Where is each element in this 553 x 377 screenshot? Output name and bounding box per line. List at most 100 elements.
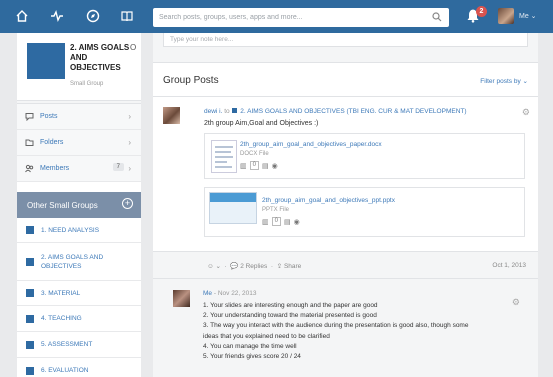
comment-date: Nov 22, 2013 xyxy=(217,290,257,297)
page-title: Group Posts xyxy=(163,75,219,86)
group-title: 2. AIMS GOALS AND OBJECTIVES xyxy=(70,43,130,72)
sidebar-item-members[interactable]: Members 7 › xyxy=(17,156,141,182)
comment-author-avatar[interactable] xyxy=(173,290,190,307)
group-link[interactable]: 6. EVALUATION xyxy=(41,366,88,375)
post-actions: ☺ ⌄ · 💬 2 Replies · ⇪ Share xyxy=(207,263,302,270)
pptx-thumbnail[interactable] xyxy=(209,192,257,224)
file-name-link[interactable]: 2th_group_aim_goal_and_objectives_paper.… xyxy=(240,141,382,148)
group-link[interactable]: 4. TEACHING xyxy=(41,314,82,323)
sidebar-item-label: Folders xyxy=(40,139,64,146)
list-item[interactable]: 4. TEACHING xyxy=(17,306,141,332)
share-link[interactable]: ⇪ Share xyxy=(277,263,302,270)
user-menu[interactable]: Me ⌄ xyxy=(519,12,537,20)
notes-icon[interactable]: ▤ xyxy=(262,162,269,170)
sidebar-item-posts[interactable]: Posts › xyxy=(17,104,141,130)
replies-link[interactable]: 💬 2 Replies xyxy=(230,263,267,270)
eye-icon[interactable]: ◉ xyxy=(294,218,300,226)
like-icon[interactable]: ☺ ⌄ xyxy=(207,263,221,270)
share-label: Share xyxy=(283,263,302,270)
group-color-square xyxy=(26,226,34,234)
comment-line: 1. Your slides are interesting enough an… xyxy=(203,302,378,309)
group-card: 2. AIMS GOALS AND OBJECTIVES O Small Gro… xyxy=(17,33,141,101)
file-attachment: 2th_group_aim_goal_and_objectives_paper.… xyxy=(204,133,525,179)
posts-header: Group Posts Filter posts by ⌄ xyxy=(153,63,538,97)
post-meta: dewi i. to 2. AIMS GOALS AND OBJECTIVES … xyxy=(204,108,467,115)
search-bar xyxy=(153,8,449,27)
group-color-square xyxy=(26,257,34,266)
file-type: PPTX File xyxy=(262,207,290,213)
gear-icon[interactable]: ⚙ xyxy=(522,107,530,118)
comment-author-link[interactable]: Me xyxy=(203,290,212,297)
sidebar-item-label: Members xyxy=(40,165,70,172)
top-navigation-bar: 2 Me ⌄ xyxy=(0,0,553,33)
group-color-square xyxy=(26,366,34,375)
notification-count-badge[interactable]: 2 xyxy=(476,6,487,17)
file-actions: ▥ 0 ▤ ◉ xyxy=(240,161,278,170)
group-link[interactable]: 2. AIMS GOALS AND OBJECTIVES xyxy=(41,253,121,271)
group-link[interactable]: 5. ASSESSMENT xyxy=(41,340,92,349)
gear-icon[interactable]: ⚙ xyxy=(512,297,520,308)
file-attachment: 2th_group_aim_goal_and_objectives_ppt.pp… xyxy=(204,187,525,237)
filter-posts-label: Filter posts by xyxy=(480,78,521,85)
comment-line: 2. Your understanding toward the materia… xyxy=(203,312,377,320)
file-actions: ▥ 0 ▤ ◉ xyxy=(262,217,300,226)
post-group-link[interactable]: 2. AIMS GOALS AND OBJECTIVES (TBI ENG. C… xyxy=(240,108,466,115)
sidebar-item-folders[interactable]: Folders › xyxy=(17,130,141,156)
sidebar-item-label: Posts xyxy=(40,113,58,120)
comment-line: 4. You can manage the time well xyxy=(203,342,297,350)
library-book-icon[interactable] xyxy=(119,8,135,24)
comment: Me - Nov 22, 2013 1. Your slides are int… xyxy=(153,279,538,377)
filter-posts-dropdown[interactable]: Filter posts by ⌄ xyxy=(480,77,528,85)
post-footer: ☺ ⌄ · 💬 2 Replies · ⇪ Share Oct 1, 2013 xyxy=(153,251,538,279)
book-icon[interactable]: ▥ xyxy=(240,162,247,170)
speech-bubble-icon xyxy=(25,113,34,121)
list-item[interactable]: 5. ASSESSMENT xyxy=(17,332,141,358)
notes-icon[interactable]: ▤ xyxy=(284,218,291,226)
members-count-badge: 7 xyxy=(112,163,124,171)
group-link[interactable]: 3. MATERIAL xyxy=(41,289,80,298)
comment-meta: Me - Nov 22, 2013 xyxy=(203,290,257,297)
search-icon[interactable] xyxy=(432,12,442,24)
comment-line: 5. Your friends gives score 20 / 24 xyxy=(203,353,301,361)
docx-thumbnail[interactable] xyxy=(211,140,237,173)
sidebar: 2. AIMS GOALS AND OBJECTIVES O Small Gro… xyxy=(17,33,141,377)
other-small-groups-title: Other Small Groups xyxy=(27,200,98,210)
replies-count: 2 Replies xyxy=(240,263,268,270)
activity-icon[interactable] xyxy=(49,8,65,24)
main-content: Group Posts Filter posts by ⌄ dewi i. to… xyxy=(153,33,538,377)
home-icon[interactable] xyxy=(14,8,30,24)
eye-icon[interactable]: ◉ xyxy=(272,162,278,170)
file-type: DOCX File xyxy=(240,151,269,157)
note-input[interactable] xyxy=(164,33,527,45)
group-title-mark: O xyxy=(130,43,137,52)
group-link[interactable]: 1. NEED ANALYSIS xyxy=(41,226,99,235)
list-item[interactable]: 1. NEED ANALYSIS xyxy=(17,218,141,243)
book-icon[interactable]: ▥ xyxy=(262,218,269,226)
file-name-link[interactable]: 2th_group_aim_goal_and_objectives_ppt.pp… xyxy=(262,197,395,204)
post-author-avatar[interactable] xyxy=(163,107,180,124)
list-item[interactable]: 6. EVALUATION xyxy=(17,358,141,377)
search-input[interactable] xyxy=(153,8,423,27)
comment-body: 1. Your slides are interesting enough an… xyxy=(203,301,523,362)
post-author-link[interactable]: dewi i. xyxy=(204,108,222,115)
group-color-square xyxy=(232,108,238,113)
group-color-square xyxy=(26,314,34,323)
other-small-groups-header: Other Small Groups + xyxy=(17,192,141,218)
compass-icon[interactable] xyxy=(85,8,101,24)
list-item[interactable]: 2. AIMS GOALS AND OBJECTIVES xyxy=(17,243,141,281)
note-input-box xyxy=(163,33,528,47)
post-date: Oct 1, 2013 xyxy=(492,262,526,269)
chevron-right-icon: › xyxy=(128,138,131,147)
list-item[interactable]: 3. MATERIAL xyxy=(17,281,141,306)
chevron-right-icon: › xyxy=(128,164,131,173)
chevron-right-icon: › xyxy=(128,112,131,121)
group-subtitle: Small Group xyxy=(70,81,104,87)
user-avatar[interactable] xyxy=(498,8,514,24)
file-count: 0 xyxy=(249,161,259,170)
note-composer xyxy=(153,33,538,63)
group-color-square xyxy=(26,340,34,349)
comment-line: ideas that you explained need to be clar… xyxy=(203,332,330,340)
members-icon xyxy=(25,164,34,173)
group-color-square xyxy=(26,289,34,297)
add-group-icon[interactable]: + xyxy=(122,198,133,209)
